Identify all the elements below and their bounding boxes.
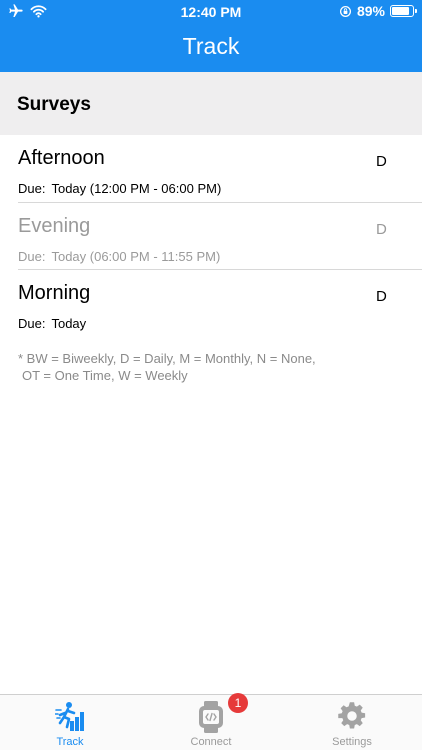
survey-frequency: D	[376, 153, 387, 170]
due-label: Due:	[18, 181, 46, 196]
nav-bar: Track	[0, 24, 422, 72]
survey-name: Afternoon	[18, 147, 105, 169]
battery-fill	[392, 7, 409, 15]
survey-due: Due: Today (12:00 PM - 06:00 PM)	[18, 181, 221, 196]
legend-line-1: * BW = Biweekly, D = Daily, M = Monthly,…	[18, 351, 316, 366]
survey-frequency: D	[376, 288, 387, 305]
status-bar: 12:40 PM 89%	[0, 0, 422, 24]
tab-label: Settings	[332, 736, 372, 748]
smartwatch-icon	[199, 701, 223, 733]
orientation-lock-icon	[339, 5, 351, 17]
tab-label: Track	[56, 736, 84, 748]
status-right: 89%	[339, 3, 417, 19]
tab-settings[interactable]: Settings	[282, 695, 422, 750]
survey-row-evening[interactable]: Evening D Due: Today (06:00 PM - 11:55 PM…	[0, 203, 422, 270]
legend-line-2: OT = One Time, W = Weekly	[22, 368, 188, 383]
due-label: Due:	[18, 249, 46, 264]
gear-icon	[338, 702, 366, 729]
due-value: Today (12:00 PM - 06:00 PM)	[51, 181, 222, 196]
survey-row-afternoon[interactable]: Afternoon D Due: Today (12:00 PM - 06:00 …	[0, 135, 422, 202]
due-label: Due:	[18, 316, 46, 331]
section-title: Surveys	[17, 94, 91, 115]
survey-due: Due: Today (06:00 PM - 11:55 PM)	[18, 249, 220, 264]
tab-label: Connect	[190, 736, 232, 748]
battery-percent: 89%	[356, 3, 385, 19]
due-value: Today	[51, 316, 87, 331]
survey-frequency: D	[376, 221, 387, 238]
notification-badge: 1	[228, 693, 248, 713]
running-person-icon	[55, 702, 84, 731]
survey-name: Morning	[18, 282, 91, 304]
frequency-legend: * BW = Biweekly, D = Daily, M = Monthly,…	[18, 350, 408, 384]
battery-icon	[390, 5, 417, 17]
survey-due: Due: Today	[18, 316, 86, 331]
tab-track[interactable]: Track	[0, 695, 140, 750]
survey-row-morning[interactable]: Morning D Due: Today	[0, 270, 422, 337]
due-value: Today (06:00 PM - 11:55 PM)	[51, 249, 221, 264]
survey-name: Evening	[18, 215, 91, 237]
page-title: Track	[182, 33, 240, 59]
section-header: Surveys	[0, 72, 422, 135]
tab-connect[interactable]: 1 Connect	[141, 693, 281, 750]
tab-bar: Track 1 Connect Settings	[0, 693, 422, 750]
